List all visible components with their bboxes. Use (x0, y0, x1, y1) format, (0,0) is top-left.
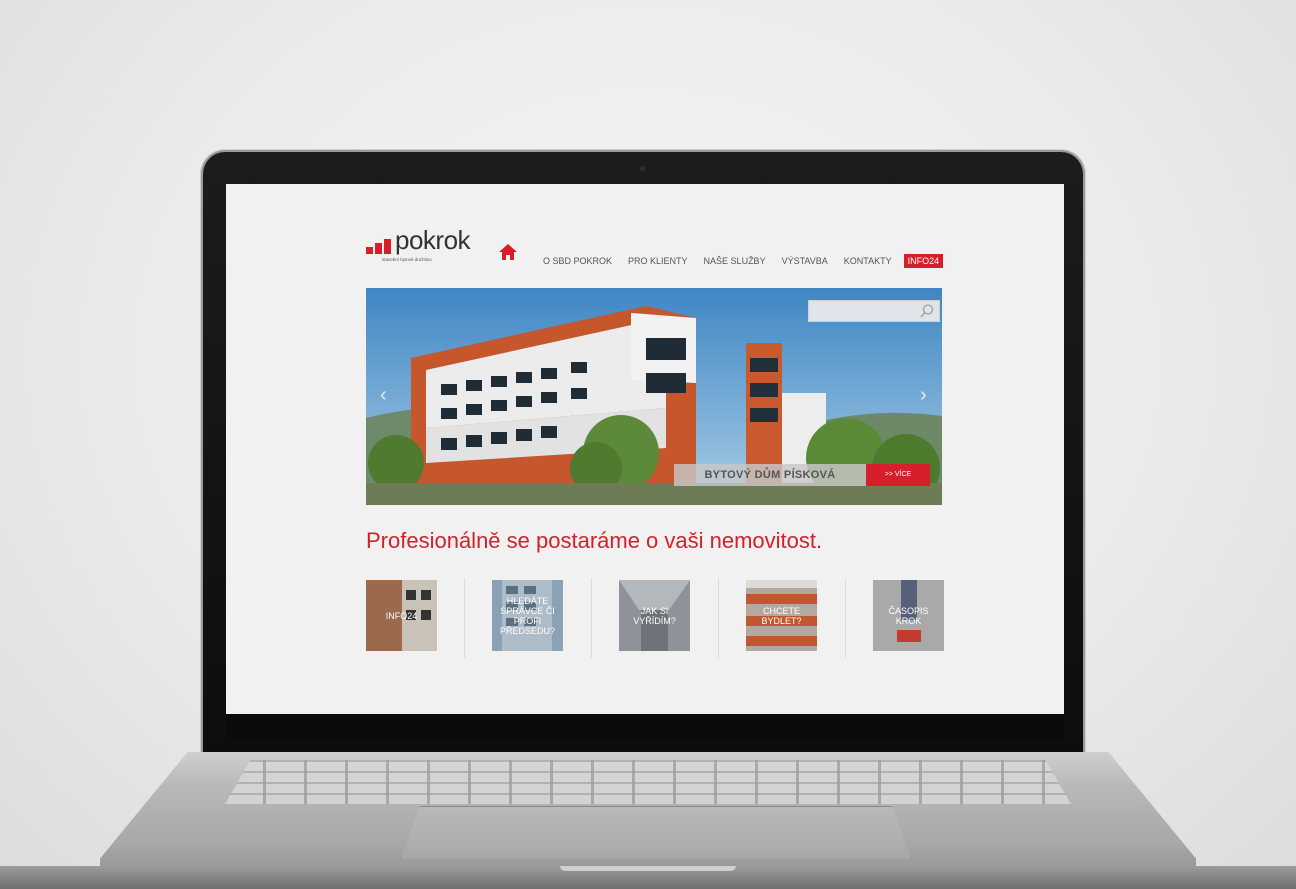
nav-item-vystavba[interactable]: VÝSTAVBA (774, 256, 836, 266)
search-icon[interactable] (919, 303, 935, 319)
trackpad (400, 806, 912, 859)
search-input[interactable] (808, 300, 940, 322)
laptop-notch (560, 866, 736, 871)
nav-item-pro-klienty[interactable]: PRO KLIENTY (620, 256, 696, 266)
divider (464, 578, 465, 658)
nav-item-nase-sluzby[interactable]: NAŠE SLUŽBY (696, 256, 774, 266)
nav-item-kontakty[interactable]: KONTAKTY (836, 256, 900, 266)
main-nav: O SBD POKROK PRO KLIENTY NAŠE SLUŽBY VÝS… (535, 254, 944, 268)
tile-label: JAK SI VYŘÍDÍM? (633, 605, 676, 626)
logo-tagline: stavební bytové družstvo (382, 257, 432, 262)
laptop-mockup: pokrok stavební bytové družstvo O SBD PO… (0, 0, 1296, 889)
divider (591, 578, 592, 658)
slider-next-icon[interactable]: › (920, 384, 927, 407)
keyboard-rows (225, 760, 1071, 804)
tile-label: ČASOPIS KROK (888, 605, 929, 626)
tile-jak-si-vyridim[interactable]: JAK SI VYŘÍDÍM? (619, 580, 690, 651)
tile-info24[interactable]: INFO24 (366, 580, 437, 651)
screen-bezel-bottom (226, 714, 1064, 738)
page-headline: Profesionálně se postaráme o vaši nemovi… (366, 528, 823, 553)
logo-bars-icon (366, 239, 394, 254)
slider-prev-icon[interactable]: ‹ (380, 384, 387, 407)
slide-caption: BYTOVÝ DŮM PÍSKOVÁ (674, 464, 866, 486)
tile-chcete-bydlet[interactable]: CHCETE BYDLET? (746, 580, 817, 651)
site-logo[interactable]: pokrok stavební bytové družstvo (366, 225, 476, 264)
tile-hledate-spravce[interactable]: HLEDÁTE SPRÁVCE ČI PROFI PŘEDSEDU? (492, 580, 563, 651)
more-button[interactable]: >> VÍCE (866, 464, 930, 486)
tile-label: HLEDÁTE SPRÁVCE ČI PROFI PŘEDSEDU? (499, 595, 555, 636)
tile-label: INFO24 (385, 610, 418, 621)
tile-casopis-krok[interactable]: ČASOPIS KROK (873, 580, 944, 651)
screen: pokrok stavební bytové družstvo O SBD PO… (226, 184, 1064, 714)
divider (845, 578, 846, 658)
logo-text: pokrok (395, 225, 471, 255)
tile-label: CHCETE BYDLET? (761, 605, 802, 626)
home-icon[interactable] (498, 242, 518, 262)
camera-icon (640, 166, 645, 171)
divider (718, 578, 719, 658)
nav-item-o-sbd-pokrok[interactable]: O SBD POKROK (535, 256, 620, 266)
nav-item-info24[interactable]: INFO24 (903, 254, 944, 268)
